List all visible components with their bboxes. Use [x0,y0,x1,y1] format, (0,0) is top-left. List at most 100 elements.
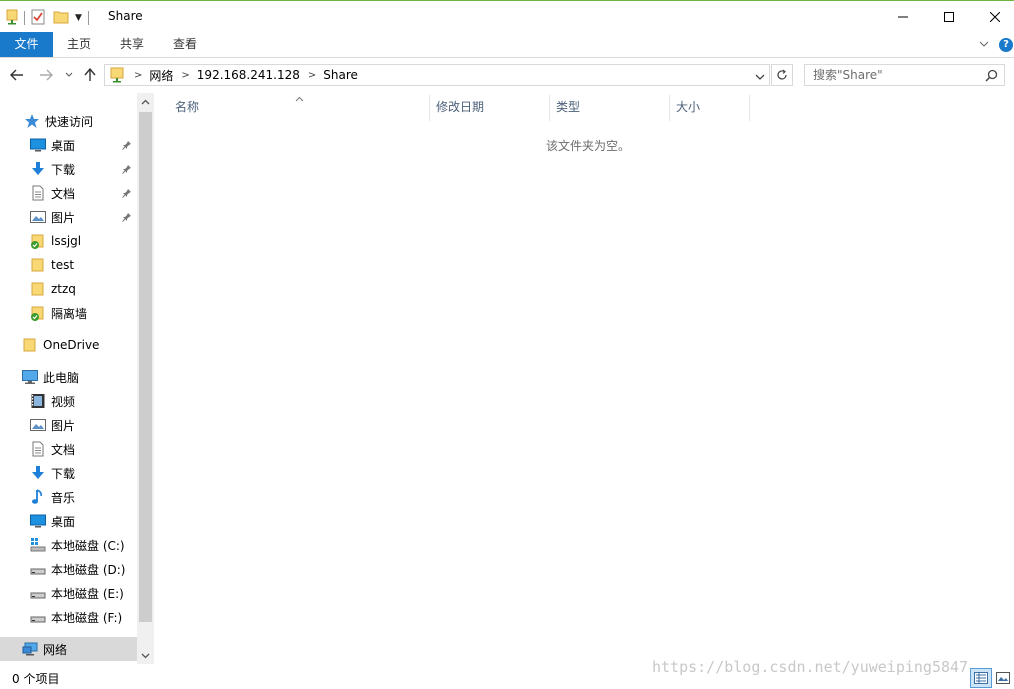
details-view-button[interactable] [970,668,992,688]
forward-button[interactable] [36,65,56,85]
search-box[interactable] [804,64,1005,86]
sidebar-item-onedrive[interactable]: OneDrive [0,333,137,357]
folder-icon [30,281,46,297]
column-header-modified[interactable]: 修改日期 [430,93,550,121]
tab-home[interactable]: 主页 [55,32,103,57]
sidebar-item-label: 快速访问 [45,114,94,129]
refresh-button[interactable] [771,64,793,86]
chevron-right-icon[interactable]: > [181,70,189,81]
sidebar-item-label: 图片 [51,418,76,433]
refresh-icon [777,69,787,80]
sidebar-item-desktop-pc[interactable]: 桌面 [0,509,137,533]
sidebar-item-downloads-pc[interactable]: 下载 [0,461,137,485]
pin-icon[interactable] [122,187,132,201]
chevron-right-icon[interactable]: > [134,70,142,81]
pin-icon[interactable] [122,211,132,225]
picture-icon [30,417,46,433]
tab-file[interactable]: 文件 [0,32,53,57]
quick-access-toolbar: ▼ [6,8,95,28]
window-title: Share [108,9,143,23]
chevron-down-icon[interactable] [978,38,990,50]
sidebar-item-documents[interactable]: 文档 [0,181,137,205]
folder-icon [22,337,38,353]
status-bar: 0 个项目 https://blog.csdn.net/yuweiping584… [0,658,1014,689]
sidebar-item-drive-f[interactable]: 本地磁盘 (F:) [0,605,137,629]
sidebar-item-label: 文档 [51,186,76,201]
ribbon-tabs: 文件 主页 共享 查看 ? [0,32,1014,58]
video-icon [30,393,46,409]
sidebar-item-drive-d[interactable]: 本地磁盘 (D:) [0,557,137,581]
breadcrumb-share[interactable]: Share [323,68,358,82]
scrollbar-thumb[interactable] [139,112,152,622]
watermark: https://blog.csdn.net/yuweiping5847 [652,658,969,676]
network-folder-icon [110,67,126,83]
navigation-bar: > 网络 > 192.168.241.128 > Share [0,61,1014,89]
sidebar-item-label: ztzq [51,282,76,296]
sidebar-item-test[interactable]: test [0,253,137,277]
customize-qat-dropdown-icon[interactable]: ▼ [75,13,82,23]
large-icons-view-icon [996,672,1010,684]
address-bar[interactable]: > 网络 > 192.168.241.128 > Share [104,64,770,86]
picture-icon [30,209,46,225]
sidebar-item-label: 本地磁盘 (F:) [51,610,123,625]
pin-icon[interactable] [122,139,132,153]
back-button[interactable] [7,65,27,85]
sidebar-item-label: 桌面 [51,514,76,529]
search-icon[interactable] [985,69,998,85]
sidebar-item-downloads[interactable]: 下载 [0,157,137,181]
sidebar-item-label: 音乐 [51,490,76,505]
maximize-button[interactable] [926,2,972,32]
close-button[interactable] [972,2,1014,32]
sidebar-item-ztzq[interactable]: ztzq [0,277,137,301]
sidebar-item-label: 本地磁盘 (C:) [51,538,125,553]
column-header-type[interactable]: 类型 [550,93,670,121]
drive-icon [30,561,46,577]
up-button[interactable] [80,65,100,85]
sidebar-item-this-pc[interactable]: 此电脑 [0,365,137,389]
sidebar-item-network[interactable]: 网络 [0,637,137,661]
title-bar: ▼ Share [0,2,1014,32]
empty-folder-message: 该文件夹为空。 [546,139,631,153]
sidebar-item-quick-access[interactable]: 快速访问 [0,109,137,133]
sidebar-item-lssjgl[interactable]: lssjgl [0,229,137,253]
large-icons-view-button[interactable] [994,668,1012,688]
tab-view[interactable]: 查看 [161,32,209,57]
download-icon [30,465,46,481]
address-dropdown-icon[interactable] [755,70,765,84]
help-icon[interactable]: ? [999,38,1013,52]
pin-icon[interactable] [122,163,132,177]
scroll-up-icon[interactable] [137,93,154,110]
network-folder-icon [6,9,18,28]
minimize-button[interactable] [880,2,926,32]
sidebar-item-drive-c[interactable]: 本地磁盘 (C:) [0,533,137,557]
sidebar-item-videos[interactable]: 视频 [0,389,137,413]
sidebar-item-documents-pc[interactable]: 文档 [0,437,137,461]
search-input[interactable] [813,65,983,85]
nav-scrollbar[interactable] [137,93,154,664]
breadcrumb-network[interactable]: 网络 [149,67,173,84]
file-list[interactable]: 名称 修改日期 类型 大小 该文件夹为空。 [158,93,1014,664]
new-folder-icon[interactable] [53,9,69,28]
sidebar-item-label: 隔离墙 [51,306,88,321]
star-icon [24,113,40,129]
column-header-size[interactable]: 大小 [670,93,750,121]
folder-sync-icon [30,305,46,321]
chevron-right-icon[interactable]: > [308,70,316,81]
sidebar-item-quarantine[interactable]: 隔离墙 [0,301,137,325]
sidebar-item-desktop[interactable]: 桌面 [0,133,137,157]
breadcrumb-host[interactable]: 192.168.241.128 [197,68,300,82]
sidebar-item-label: 下载 [51,162,76,177]
sidebar-item-pictures[interactable]: 图片 [0,205,137,229]
sidebar-item-drive-e[interactable]: 本地磁盘 (E:) [0,581,137,605]
music-icon [30,489,46,505]
scroll-down-icon[interactable] [137,647,154,664]
tab-share[interactable]: 共享 [108,32,156,57]
sidebar-item-label: 本地磁盘 (E:) [51,586,124,601]
column-divider[interactable] [749,95,750,121]
recent-locations-icon[interactable] [63,65,75,85]
system-drive-icon [30,537,46,553]
sidebar-item-music[interactable]: 音乐 [0,485,137,509]
item-count: 0 个项目 [12,672,60,686]
properties-icon[interactable] [31,9,45,28]
sidebar-item-pictures-pc[interactable]: 图片 [0,413,137,437]
